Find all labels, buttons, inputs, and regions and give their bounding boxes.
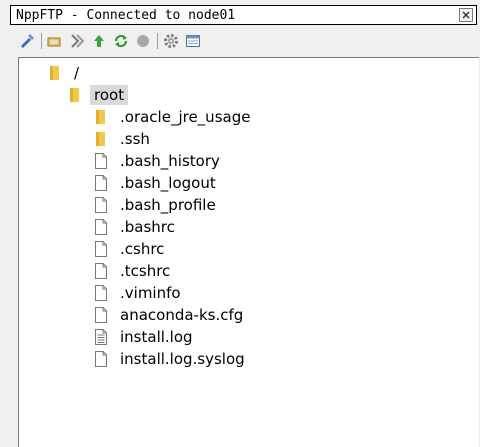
tree-folder-item[interactable]: .ssh [93,128,154,150]
tree-file-item[interactable]: .bash_profile [93,194,220,216]
tree-folder-item[interactable]: root [67,84,129,106]
tree-item-label: .oracle_jre_usage [120,108,251,126]
file-tree: / root .oracle_jre_usage .ssh .bash_history.… [18,57,479,447]
tree-item-label: .tcshrc [120,262,171,280]
tree-item-label: .ssh [120,130,150,148]
text-file-icon [93,328,109,346]
file-icon [93,306,109,324]
refresh-icon [114,34,128,48]
abort-button[interactable] [134,32,152,50]
file-icon [93,218,109,236]
upload-file-button[interactable] [90,32,108,50]
tree-file-item[interactable]: .tcshrc [93,260,174,282]
tree-item-label: root [90,85,129,105]
close-button[interactable] [459,8,473,22]
connect-icon [21,34,34,48]
file-icon [93,152,109,170]
file-icon [93,196,109,214]
close-icon [462,11,470,19]
tree-item-label: .cshrc [120,240,165,258]
connect-button[interactable] [18,32,36,50]
tree-item-label: .bashrc [120,218,175,236]
refresh-button[interactable] [112,32,130,50]
upload-button[interactable] [68,32,86,50]
folder-download-icon [47,37,61,47]
tree-item-label: .bash_history [120,152,220,170]
tree-item-label: install.log.syslog [120,350,245,368]
toolbar-separator [157,33,158,49]
folder-icon [47,64,63,82]
title-bar: NppFTP - Connected to node01 [10,5,477,25]
message-window-icon [186,35,200,47]
tree-item-label: anaconda-ks.cfg [120,306,244,324]
settings-button[interactable] [162,32,180,50]
folder-icon [67,86,83,104]
file-icon [93,262,109,280]
abort-icon [137,35,149,47]
tree-file-item[interactable]: anaconda-ks.cfg [93,304,247,326]
folder-icon [93,108,109,126]
download-button[interactable] [46,32,64,50]
upload-arrow-icon [94,35,104,47]
tree-file-item[interactable]: .bash_history [93,150,224,172]
file-icon [93,350,109,368]
toolbar [18,30,478,52]
tree-file-item[interactable]: .bashrc [93,216,179,238]
folder-upload-icon [71,34,85,48]
tree-item-label: install.log [120,328,193,346]
tree-item-label: / [74,64,80,82]
tree-file-item[interactable]: install.log.syslog [93,348,249,370]
file-icon [93,240,109,258]
tree-file-item[interactable]: .bash_logout [93,172,220,194]
tree-file-item[interactable]: install.log [93,326,197,348]
tree-item-label: .bash_logout [120,174,216,192]
tree-folder-item[interactable]: .oracle_jre_usage [93,106,254,128]
file-icon [93,174,109,192]
toolbar-separator [41,33,42,49]
tree-file-item[interactable]: .cshrc [93,238,168,260]
tree-item-label: .bash_profile [120,196,216,214]
tree-item-label: .viminfo [120,284,181,302]
tree-folder-item[interactable]: / [47,62,83,84]
message-window-button[interactable] [184,32,202,50]
settings-gear-icon [164,34,178,48]
tree-file-item[interactable]: .viminfo [93,282,185,304]
window-title: NppFTP - Connected to node01 [16,8,236,23]
folder-icon [93,130,109,148]
file-icon [93,284,109,302]
